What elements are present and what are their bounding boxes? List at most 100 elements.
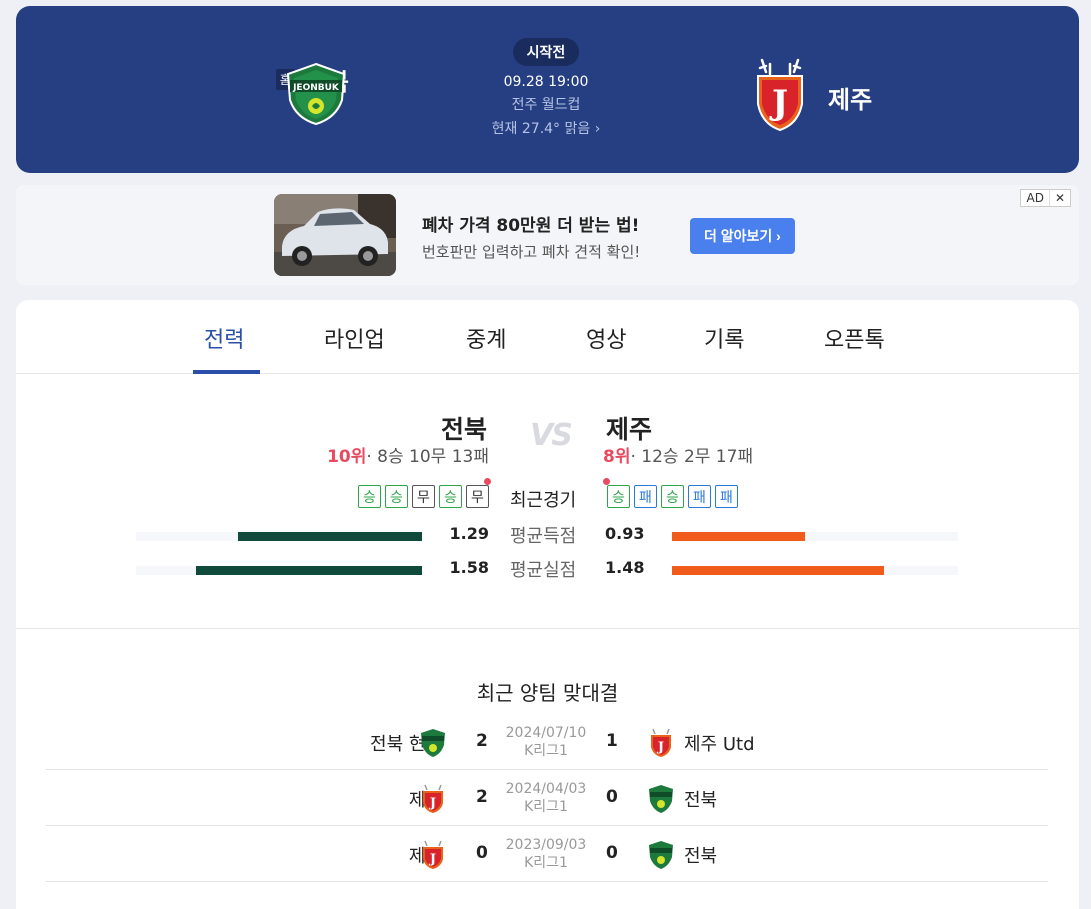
jeonbuk-logo-icon — [421, 729, 445, 757]
h2h-home-score: 0 — [476, 843, 488, 863]
h2h-league: K리그1 — [524, 799, 568, 815]
h2h-away-team: 제주 Utd — [684, 734, 755, 755]
jeonbuk-logo-icon — [649, 785, 673, 813]
h2h-away-score: 0 — [606, 787, 618, 807]
h2h-meta: 2023/09/03 K리그1 — [496, 836, 596, 872]
home-season-record: 10위· 8승 10무 13패 — [327, 442, 489, 467]
home-form-latest-dot — [484, 478, 491, 485]
jeju-logo-icon: J — [651, 728, 671, 757]
ad-learn-more-button[interactable]: 더 알아보기 › — [690, 218, 795, 254]
home-form-result: 승 — [358, 485, 381, 508]
h2h-away-logo — [648, 784, 674, 814]
stat-label: 평균득점 — [510, 526, 577, 547]
weather-link[interactable]: 현재 27.4° 맑음 › — [456, 118, 636, 138]
h2h-away-team: 전북 — [684, 846, 718, 867]
status-badge: 시작전 — [512, 38, 580, 66]
h2h-away-score: 1 — [606, 731, 618, 751]
active-tab-indicator — [193, 370, 260, 374]
home-recent-form: 승승무승무 — [358, 485, 489, 508]
svg-text:J: J — [429, 852, 436, 867]
tab-power[interactable]: 전력 — [204, 322, 244, 354]
vs-mark: VS — [530, 418, 573, 453]
ad-description[interactable]: 번호판만 입력하고 폐차 견적 확인! — [422, 241, 640, 262]
h2h-meta: 2024/04/03 K리그1 — [496, 780, 596, 816]
tab-bar: 전력 라인업 중계 영상 기록 오픈톡 — [16, 300, 1079, 374]
h2h-match-row[interactable]: 제주J22024/04/03K리그10전북 — [46, 770, 1048, 826]
h2h-away-logo: J — [648, 728, 674, 758]
home-form-result: 승 — [439, 485, 462, 508]
h2h-home-logo — [420, 728, 446, 758]
h2h-home-score: 2 — [476, 787, 488, 807]
jeju-logo-icon[interactable]: J — [752, 56, 808, 132]
match-info: 시작전 09.28 19:00 전주 월드컵 현재 27.4° 맑음 › — [456, 38, 636, 138]
h2h-away-team: 전북 — [684, 790, 718, 811]
jeonbuk-logo-icon[interactable]: JEONBUK — [284, 62, 348, 126]
h2h-home-logo: J — [420, 784, 446, 814]
svg-text:JEONBUK: JEONBUK — [292, 83, 340, 93]
h2h-match-row[interactable]: 제주J02023/09/03K리그10전북 — [46, 826, 1048, 882]
away-form-result: 패 — [688, 485, 711, 508]
h2h-date: 2024/04/03 — [505, 781, 587, 797]
tab-open-talk[interactable]: 오픈톡 — [824, 322, 885, 354]
h2h-away-score: 0 — [606, 843, 618, 863]
home-form-result: 무 — [412, 485, 435, 508]
compare-home-name: 전북 — [440, 415, 487, 444]
ad-banner[interactable]: 폐차 가격 80만원 더 받는 법! 번호판만 입력하고 폐차 견적 확인! 더… — [16, 185, 1079, 285]
h2h-home-logo: J — [420, 840, 446, 870]
away-form-result: 패 — [715, 485, 738, 508]
h2h-title: 최근 양팀 맞대결 — [476, 681, 619, 705]
ad-label: AD — [1026, 191, 1044, 205]
h2h-meta: 2024/07/10 K리그1 — [496, 724, 596, 760]
tab-broadcast[interactable]: 중계 — [466, 322, 506, 354]
match-header: 홈 전북 JEONBUK 시작전 09.28 19:00 전주 월드컵 현재 2… — [16, 6, 1079, 173]
h2h-date: 2024/07/10 — [505, 725, 587, 741]
ad-title[interactable]: 폐차 가격 80만원 더 받는 법! — [422, 211, 639, 236]
jeju-logo-icon: J — [423, 784, 443, 813]
h2h-match-row[interactable]: 전북 현대 2 2024/07/10 K리그1 1 J 제주 Utd — [46, 714, 1048, 770]
h2h-away-logo — [648, 840, 674, 870]
svg-text:J: J — [429, 796, 436, 811]
stat-label: 평균실점 — [510, 560, 577, 581]
away-recent-form: 승패승패패 — [607, 485, 738, 508]
h2h-league: K리그1 — [524, 743, 568, 759]
section-divider — [16, 628, 1079, 629]
h2h-home-score: 2 — [476, 731, 488, 751]
stat-bar-away — [672, 532, 805, 541]
ad-tag[interactable]: AD ✕ — [1020, 189, 1071, 207]
jeju-logo-icon: J — [423, 840, 443, 869]
compare-away-name: 제주 — [606, 415, 653, 444]
svg-text:J: J — [769, 83, 788, 123]
away-form-result: 승 — [661, 485, 684, 508]
tab-lineup[interactable]: 라인업 — [324, 322, 385, 354]
ad-car-image[interactable] — [274, 194, 396, 276]
home-rank: 10위 — [327, 447, 367, 467]
away-rank: 8위 — [603, 447, 631, 467]
stat-value-away: 0.93 — [605, 524, 645, 543]
stat-value-home: 1.58 — [449, 558, 489, 577]
h2h-date: 2023/09/03 — [505, 837, 587, 853]
home-record: · 8승 10무 13패 — [366, 447, 489, 467]
away-season-record: 8위· 12승 2무 17패 — [603, 442, 753, 467]
h2h-league: K리그1 — [524, 855, 568, 871]
match-detail-card: 전력 라인업 중계 영상 기록 오픈톡 전북 VS 제주 10위· 8승 10무… — [16, 300, 1079, 909]
away-form-latest-dot — [603, 478, 610, 485]
close-icon[interactable]: ✕ — [1048, 190, 1070, 206]
stat-bar-home — [196, 566, 422, 575]
stat-bar-away — [672, 566, 884, 575]
away-team-name[interactable]: 제주 — [828, 80, 872, 115]
svg-text:J: J — [657, 740, 664, 755]
away-form-result: 패 — [634, 485, 657, 508]
stat-value-away: 1.48 — [605, 558, 645, 577]
stat-value-home: 1.29 — [449, 524, 489, 543]
home-form-result: 승 — [385, 485, 408, 508]
stat-bar-home — [238, 532, 422, 541]
away-record: · 12승 2무 17패 — [630, 447, 754, 467]
jeonbuk-logo-icon — [649, 841, 673, 869]
home-form-result: 무 — [466, 485, 489, 508]
tab-records[interactable]: 기록 — [704, 322, 744, 354]
venue: 전주 월드컵 — [511, 97, 581, 113]
recent-matches-label: 최근경기 — [510, 490, 577, 511]
match-datetime: 09.28 19:00 — [503, 74, 589, 90]
tab-video[interactable]: 영상 — [586, 322, 626, 354]
away-form-result: 승 — [607, 485, 630, 508]
